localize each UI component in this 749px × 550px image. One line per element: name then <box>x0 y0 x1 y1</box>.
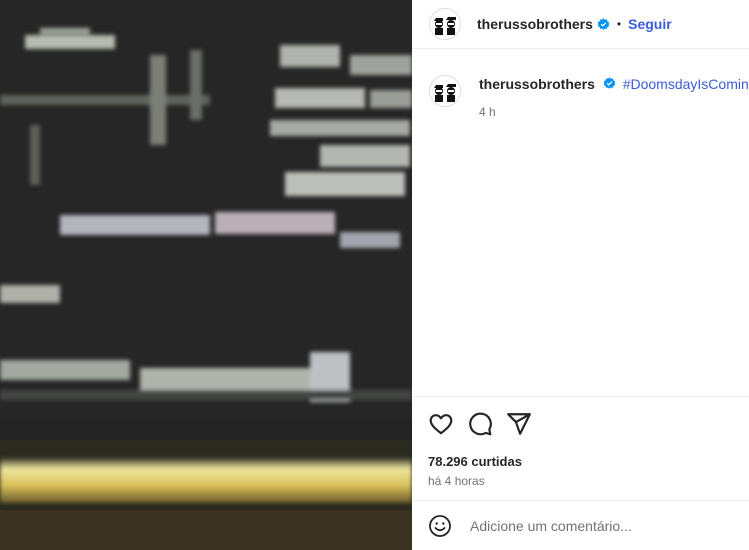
follow-button[interactable]: Seguir <box>628 16 672 32</box>
separator-dot: • <box>616 17 622 31</box>
heart-icon[interactable] <box>428 411 454 437</box>
verified-badge-icon <box>597 17 610 30</box>
post-modal: therussobrothers • Seguir therussobrothe… <box>0 0 749 550</box>
caption-timestamp[interactable]: 4 h <box>479 105 496 119</box>
author-avatar[interactable] <box>429 8 461 40</box>
add-comment-bar <box>412 500 749 550</box>
post-media-image[interactable] <box>0 0 412 550</box>
caption-author-avatar[interactable] <box>429 75 461 107</box>
caption-text: therussobrothers #DoomsdayIsComing <box>479 75 749 93</box>
post-side-panel: therussobrothers • Seguir therussobrothe… <box>412 0 749 550</box>
verified-badge-icon <box>603 77 615 89</box>
paper-plane-icon[interactable] <box>506 411 532 437</box>
blurred-photo <box>0 0 412 550</box>
author-username[interactable]: therussobrothers <box>477 16 593 32</box>
post-caption: therussobrothers #DoomsdayIsComing <box>429 75 749 107</box>
emoji-icon[interactable] <box>428 514 452 538</box>
post-header: therussobrothers • Seguir <box>412 0 749 49</box>
caption-author-username[interactable]: therussobrothers <box>479 76 595 92</box>
post-actions-bar <box>412 396 749 451</box>
russo-brothers-logo-icon <box>430 9 460 39</box>
post-date[interactable]: há 4 horas <box>428 474 485 488</box>
russo-brothers-logo-icon <box>430 76 460 106</box>
comment-input[interactable] <box>468 516 732 535</box>
caption-hashtag-link[interactable]: #DoomsdayIsComing <box>623 76 749 92</box>
comment-icon[interactable] <box>467 411 493 437</box>
likes-count[interactable]: 78.296 curtidas <box>428 454 522 469</box>
